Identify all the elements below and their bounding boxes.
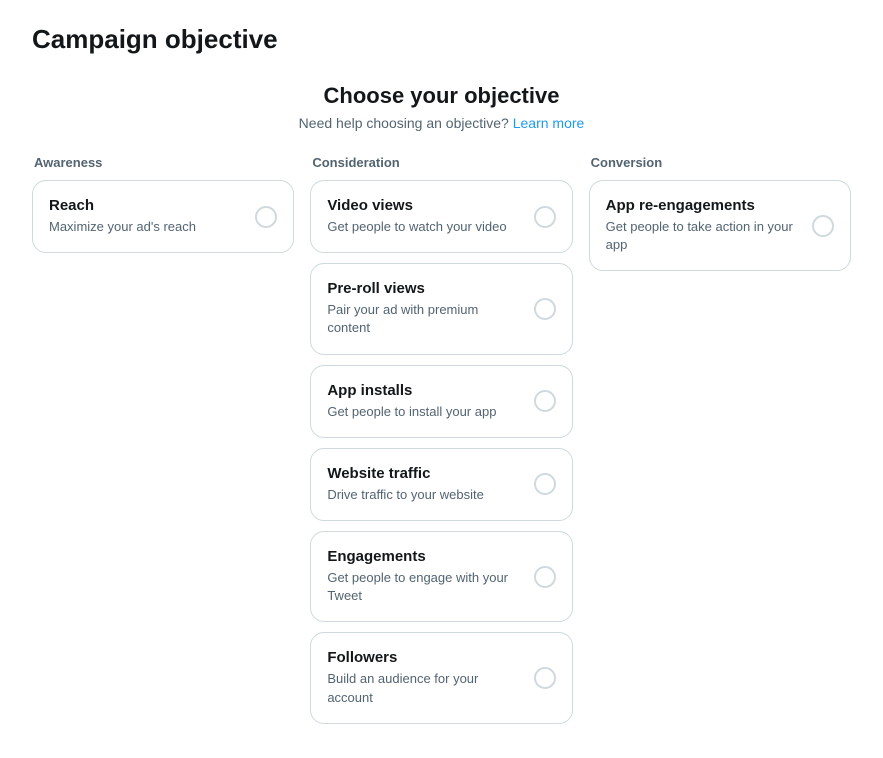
radio-followers[interactable] <box>534 667 556 689</box>
option-desc-video-views: Get people to watch your video <box>327 218 521 236</box>
column-conversion: Conversion App re-engagements Get people t… <box>589 155 851 281</box>
option-title-reach: Reach <box>49 197 243 214</box>
option-card-video-views[interactable]: Video views Get people to watch your vide… <box>310 180 572 253</box>
option-title-engagements: Engagements <box>327 548 521 565</box>
option-card-app-re-engagements[interactable]: App re-engagements Get people to take act… <box>589 180 851 271</box>
option-text-app-installs: App installs Get people to install your a… <box>327 382 533 421</box>
radio-app-re-engagements[interactable] <box>812 215 834 237</box>
option-desc-reach: Maximize your ad's reach <box>49 218 243 236</box>
option-card-website-traffic[interactable]: Website traffic Drive traffic to your web… <box>310 448 572 521</box>
objectives-grid: Awareness Reach Maximize your ad's reach Co… <box>32 155 851 734</box>
choose-section: Choose your objective Need help choosing… <box>32 83 851 131</box>
option-desc-pre-roll-views: Pair your ad with premium content <box>327 301 521 337</box>
column-label-consideration: Consideration <box>310 155 572 170</box>
radio-video-views[interactable] <box>534 206 556 228</box>
choose-subtext: Need help choosing an objective? Learn m… <box>32 115 851 131</box>
option-text-engagements: Engagements Get people to engage with you… <box>327 548 533 605</box>
option-desc-website-traffic: Drive traffic to your website <box>327 486 521 504</box>
option-text-followers: Followers Build an audience for your acco… <box>327 649 533 706</box>
option-text-reach: Reach Maximize your ad's reach <box>49 197 255 236</box>
option-card-pre-roll-views[interactable]: Pre-roll views Pair your ad with premium … <box>310 263 572 354</box>
option-title-followers: Followers <box>327 649 521 666</box>
option-card-reach[interactable]: Reach Maximize your ad's reach <box>32 180 294 253</box>
option-card-engagements[interactable]: Engagements Get people to engage with you… <box>310 531 572 622</box>
option-title-website-traffic: Website traffic <box>327 465 521 482</box>
column-consideration: Consideration Video views Get people to wa… <box>310 155 572 734</box>
option-text-app-re-engagements: App re-engagements Get people to take act… <box>606 197 812 254</box>
column-label-awareness: Awareness <box>32 155 294 170</box>
option-text-website-traffic: Website traffic Drive traffic to your web… <box>327 465 533 504</box>
option-card-app-installs[interactable]: App installs Get people to install your a… <box>310 365 572 438</box>
radio-reach[interactable] <box>255 206 277 228</box>
option-desc-followers: Build an audience for your account <box>327 670 521 706</box>
option-title-video-views: Video views <box>327 197 521 214</box>
radio-engagements[interactable] <box>534 566 556 588</box>
column-label-conversion: Conversion <box>589 155 851 170</box>
option-desc-app-installs: Get people to install your app <box>327 403 521 421</box>
option-desc-app-re-engagements: Get people to take action in your app <box>606 218 800 254</box>
option-title-app-re-engagements: App re-engagements <box>606 197 800 214</box>
option-card-followers[interactable]: Followers Build an audience for your acco… <box>310 632 572 723</box>
page-title: Campaign objective <box>32 24 851 55</box>
option-title-pre-roll-views: Pre-roll views <box>327 280 521 297</box>
option-desc-engagements: Get people to engage with your Tweet <box>327 569 521 605</box>
option-title-app-installs: App installs <box>327 382 521 399</box>
column-awareness: Awareness Reach Maximize your ad's reach <box>32 155 294 263</box>
option-text-video-views: Video views Get people to watch your vide… <box>327 197 533 236</box>
radio-pre-roll-views[interactable] <box>534 298 556 320</box>
radio-app-installs[interactable] <box>534 390 556 412</box>
learn-more-link[interactable]: Learn more <box>513 115 585 131</box>
choose-heading: Choose your objective <box>32 83 851 109</box>
option-text-pre-roll-views: Pre-roll views Pair your ad with premium … <box>327 280 533 337</box>
radio-website-traffic[interactable] <box>534 473 556 495</box>
